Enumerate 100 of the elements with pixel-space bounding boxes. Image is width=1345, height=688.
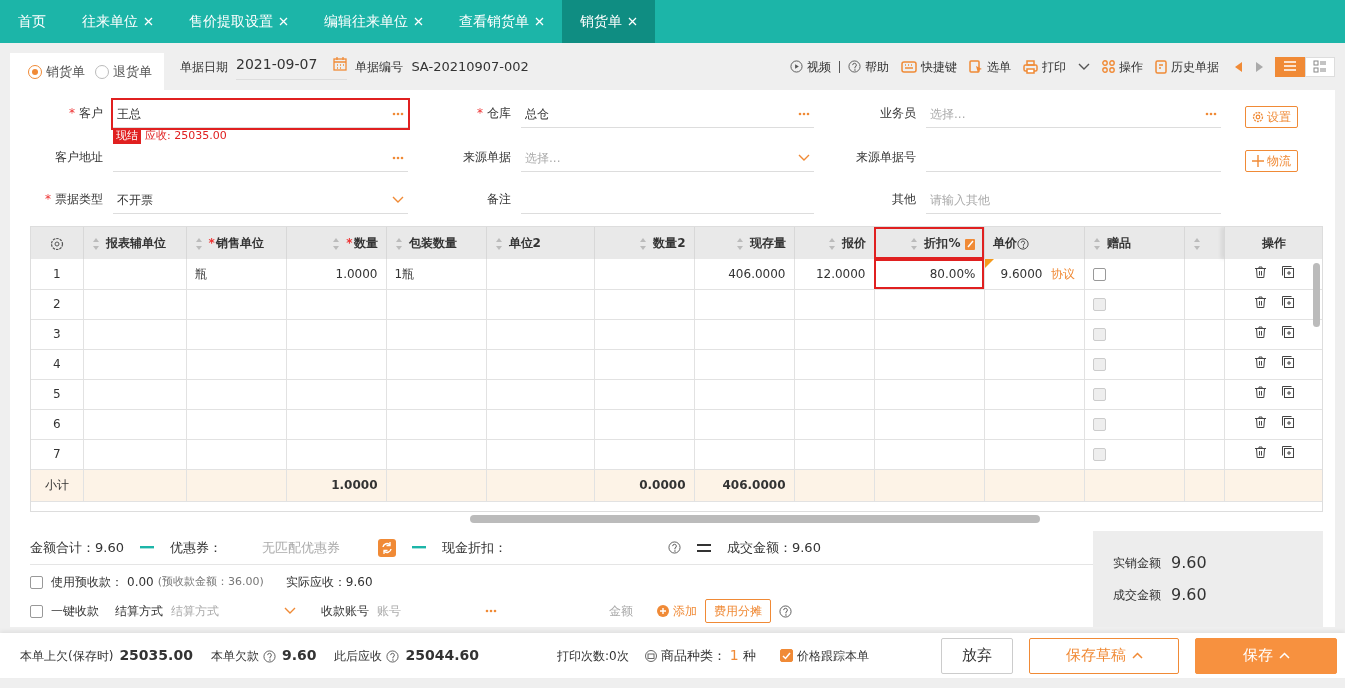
- input-field[interactable]: 总仓: [521, 100, 814, 128]
- field-label: * 仓库: [476, 105, 512, 122]
- calendar-icon[interactable]: [333, 57, 348, 71]
- help-icon[interactable]: [779, 605, 792, 618]
- card-view-button[interactable]: [1305, 56, 1335, 77]
- minus-icon: [139, 546, 154, 549]
- settings-icon[interactable]: [49, 236, 64, 251]
- column-header[interactable]: 报价: [841, 236, 866, 250]
- copy-add-icon[interactable]: [1281, 265, 1294, 278]
- trash-icon[interactable]: [1254, 326, 1266, 338]
- radio-option[interactable]: 销货单: [28, 61, 85, 82]
- plus-icon: [657, 605, 669, 617]
- close-icon[interactable]: [535, 17, 544, 26]
- more-icon[interactable]: [798, 111, 810, 116]
- date-field[interactable]: 2021-09-07: [236, 53, 348, 80]
- copy-add-icon[interactable]: [1281, 416, 1294, 428]
- next-icon[interactable]: [1255, 61, 1263, 72]
- toolbar-button[interactable]: 视频: [786, 57, 835, 76]
- table-cell: 12.0000: [815, 266, 866, 281]
- toolbar-button[interactable]: 操作: [1098, 57, 1147, 76]
- radio-button[interactable]: [28, 64, 42, 79]
- trash-icon[interactable]: [1254, 265, 1266, 278]
- copy-add-icon[interactable]: [1281, 326, 1294, 338]
- column-header[interactable]: 现存量: [749, 236, 786, 250]
- field-label: 现金折扣：: [441, 538, 508, 557]
- sort-icon[interactable]: [494, 236, 503, 251]
- sort-icon[interactable]: [910, 236, 919, 251]
- toolbar-button[interactable]: 快捷键: [897, 57, 961, 76]
- copy-add-icon[interactable]: [1281, 386, 1294, 398]
- checkbox[interactable]: [30, 575, 43, 589]
- column-header[interactable]: 单位2: [508, 236, 541, 250]
- column-header[interactable]: 折扣%: [924, 236, 976, 250]
- sort-icon[interactable]: [194, 236, 203, 251]
- more-icon[interactable]: [485, 609, 497, 613]
- prepaid-note: (预收款金额：36.00): [157, 573, 264, 590]
- discard-button[interactable]: 放弃: [941, 637, 1013, 674]
- cursor-document-icon: [969, 59, 983, 74]
- scrollbar-thumb[interactable]: [1313, 263, 1320, 327]
- stat-value: 25044.60: [405, 646, 479, 665]
- toolbar-button[interactable]: 历史单据: [1151, 57, 1223, 76]
- stat-label: 本单欠款: [210, 647, 259, 665]
- column-header[interactable]: 数量2: [653, 236, 686, 250]
- trash-icon[interactable]: [1254, 386, 1266, 398]
- field-label: 商品种类：: [660, 646, 726, 665]
- copy-add-icon[interactable]: [1281, 356, 1294, 368]
- field-label: 备注: [486, 191, 512, 208]
- toolbar-button[interactable]: 帮助: [844, 57, 893, 76]
- agreement-tag: 协议: [1050, 266, 1075, 281]
- checkbox[interactable]: [1092, 267, 1106, 281]
- sort-icon[interactable]: [735, 236, 744, 251]
- help-icon[interactable]: [1016, 237, 1029, 250]
- play-icon: [790, 60, 803, 73]
- sort-icon[interactable]: [639, 236, 648, 251]
- radio-button[interactable]: [95, 64, 109, 79]
- more-icon[interactable]: [1205, 111, 1217, 116]
- tab[interactable]: 销货单: [562, 0, 655, 43]
- sort-icon[interactable]: [1192, 236, 1201, 251]
- trash-icon[interactable]: [1254, 296, 1266, 308]
- column-header[interactable]: 赠品: [1106, 236, 1131, 250]
- more-icon[interactable]: [392, 155, 404, 160]
- scrollbar-thumb[interactable]: [470, 515, 1040, 523]
- column-header[interactable]: *数量: [346, 236, 378, 250]
- product-type-count: 1: [729, 646, 739, 665]
- refresh-icon[interactable]: [377, 538, 396, 557]
- checkbox[interactable]: [779, 649, 793, 662]
- close-icon[interactable]: [414, 17, 423, 26]
- trash-icon[interactable]: [1254, 356, 1266, 368]
- input-field[interactable]: 不开票: [113, 186, 408, 214]
- copy-add-icon[interactable]: [1281, 446, 1294, 458]
- prepaid-value: 0.00: [127, 574, 154, 591]
- sort-icon[interactable]: [1092, 236, 1101, 251]
- list-view-button[interactable]: [1275, 56, 1305, 77]
- total-label: 实销金额: [1113, 555, 1161, 572]
- field-label: 优惠券：: [169, 538, 222, 557]
- help-icon[interactable]: [667, 541, 681, 554]
- sort-icon[interactable]: [827, 236, 836, 251]
- close-icon[interactable]: [279, 17, 288, 26]
- table-cell: 80.00%: [929, 266, 976, 281]
- trash-icon[interactable]: [1254, 416, 1266, 428]
- toolbar-button[interactable]: 打印: [1019, 57, 1094, 76]
- more-icon[interactable]: [392, 111, 404, 116]
- subtotal-value: 0.0000: [639, 478, 686, 492]
- checkbox[interactable]: [30, 604, 43, 618]
- column-header[interactable]: 单价: [992, 236, 1029, 250]
- field-label: 收款账号: [321, 603, 369, 620]
- column-header[interactable]: 操作: [1262, 236, 1286, 250]
- sort-icon[interactable]: [394, 236, 403, 251]
- trash-icon[interactable]: [1254, 446, 1266, 458]
- copy-add-icon[interactable]: [1281, 296, 1294, 308]
- edit-icon[interactable]: [964, 237, 976, 250]
- field-label: 业务员: [879, 105, 917, 122]
- field-label: * 客户: [68, 105, 104, 122]
- sort-icon[interactable]: [91, 236, 100, 251]
- radio-option[interactable]: 退货单: [95, 61, 152, 82]
- previous-icon[interactable]: [1235, 61, 1243, 72]
- close-icon[interactable]: [144, 17, 153, 26]
- input-field[interactable]: 王总: [113, 100, 408, 128]
- sort-icon[interactable]: [332, 236, 341, 251]
- close-icon[interactable]: [628, 17, 637, 26]
- toolbar-button[interactable]: 选单: [965, 57, 1015, 76]
